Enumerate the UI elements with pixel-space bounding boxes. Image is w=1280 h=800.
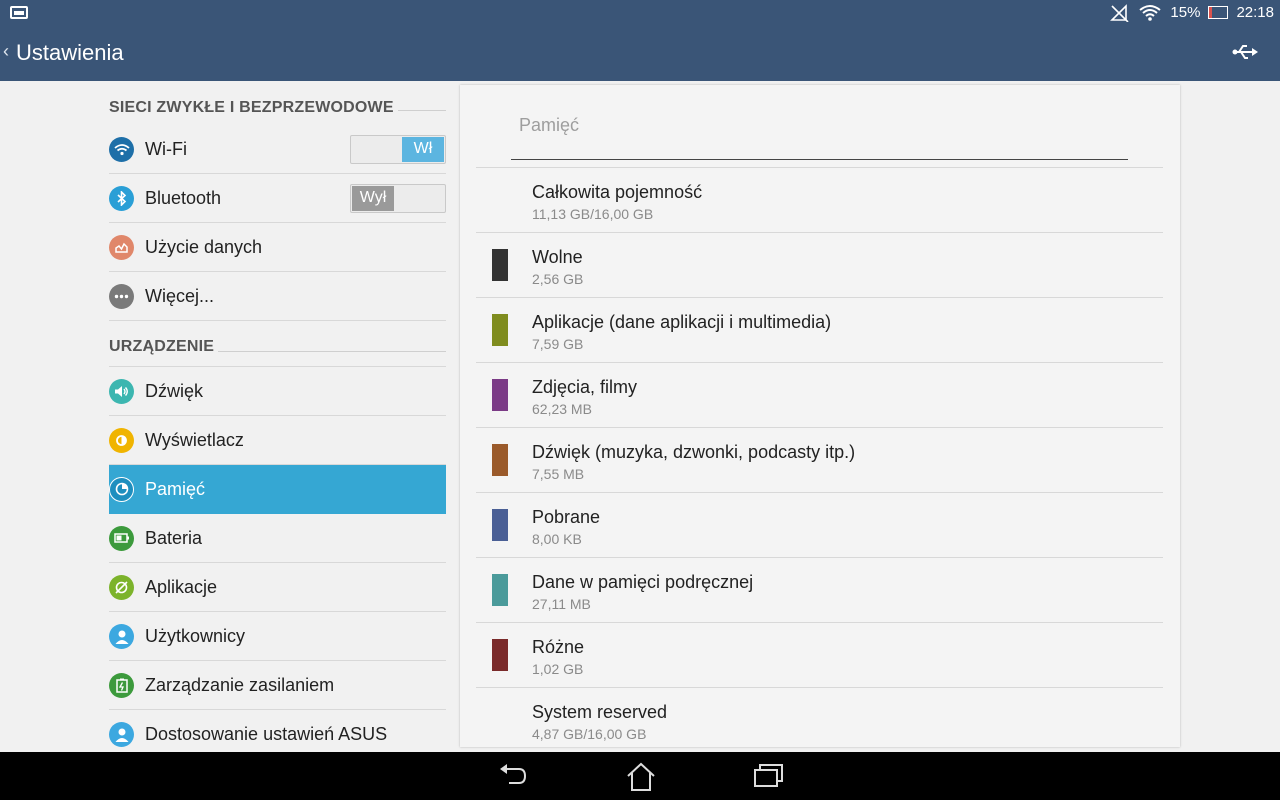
settings-item-label: Zarządzanie zasilaniem xyxy=(145,674,335,695)
asus-settings-icon xyxy=(109,722,134,747)
color-swatch xyxy=(492,314,508,346)
image-notification-icon xyxy=(10,6,28,19)
storage-row-value: 11,13 GB/16,00 GB xyxy=(532,206,654,222)
settings-item-label: Wyświetlacz xyxy=(145,429,244,450)
color-swatch xyxy=(492,444,508,476)
settings-item-apps[interactable]: Aplikacje xyxy=(109,563,446,612)
status-icons: 15% 22:18 xyxy=(1110,0,1274,25)
settings-item-label: Bluetooth xyxy=(145,187,222,208)
settings-item-sound[interactable]: Dźwięk xyxy=(109,367,446,416)
color-swatch xyxy=(492,249,508,281)
settings-item-power-management[interactable]: Zarządzanie zasilaniem xyxy=(109,661,446,710)
storage-row-name: Różne xyxy=(532,637,585,657)
settings-item-label: Więcej... xyxy=(145,285,215,306)
storage-row-value: 4,87 GB/16,00 GB xyxy=(532,726,647,742)
power-management-icon xyxy=(109,672,134,698)
usb-icon xyxy=(1232,45,1258,59)
data-usage-icon xyxy=(109,234,134,260)
color-swatch xyxy=(492,509,508,541)
settings-item-label: Wi-Fi xyxy=(145,138,187,159)
color-swatch xyxy=(492,639,508,671)
settings-item-label: Użytkownicy xyxy=(145,625,246,646)
storage-row-name: System reserved xyxy=(532,702,668,722)
bluetooth-icon xyxy=(109,185,134,211)
settings-item-label: Aplikacje xyxy=(145,576,218,597)
wifi-signal-icon xyxy=(1139,4,1162,21)
storage-row-value: 8,00 KB xyxy=(532,531,582,547)
section-header-networks: SIECI ZWYKŁE I BEZPRZEWODOWE xyxy=(109,81,446,125)
wifi-toggle-label: Wł xyxy=(402,136,444,162)
settings-item-label: Pamięć xyxy=(145,478,206,499)
settings-item-label: Dostosowanie ustawień ASUS xyxy=(145,724,388,744)
storage-icon xyxy=(109,476,134,502)
storage-row[interactable]: Dźwięk (muzyka, dzwonki, podcasty itp.) 7… xyxy=(476,428,1163,493)
storage-row-name: Aplikacje (dane aplikacji i multimedia) xyxy=(532,312,832,332)
settings-item-label: Użycie danych xyxy=(145,236,263,257)
up-navigation-icon[interactable]: ‹ xyxy=(3,41,9,62)
bluetooth-toggle[interactable]: Wył xyxy=(350,183,446,213)
storage-row[interactable]: System reserved 4,87 GB/16,00 GB xyxy=(476,688,1163,753)
storage-row-name: Całkowita pojemność xyxy=(532,182,703,202)
home-icon[interactable] xyxy=(625,762,657,792)
wifi-icon xyxy=(109,136,134,162)
storage-row-name: Zdjęcia, filmy xyxy=(532,377,638,397)
panel-title: Pamięć xyxy=(519,115,580,135)
recents-icon[interactable] xyxy=(753,762,785,790)
storage-row-value: 27,11 MB xyxy=(532,596,591,612)
display-icon xyxy=(109,427,134,453)
wifi-toggle[interactable]: Wł xyxy=(350,134,446,164)
apps-icon xyxy=(109,574,134,600)
storage-row[interactable]: Całkowita pojemność 11,13 GB/16,00 GB xyxy=(476,168,1163,233)
storage-row[interactable]: Aplikacje (dane aplikacji i multimedia) 7… xyxy=(476,298,1163,363)
app-title[interactable]: Ustawienia xyxy=(16,40,124,66)
bluetooth-toggle-label: Wył xyxy=(352,185,394,211)
title-underline xyxy=(511,159,1128,160)
storage-row-value: 7,59 GB xyxy=(532,336,584,352)
storage-row-value: 1,02 GB xyxy=(532,661,584,677)
battery-percent: 15% xyxy=(1170,4,1201,21)
storage-row[interactable]: Zdjęcia, filmy 62,23 MB xyxy=(476,363,1163,428)
navigation-bar xyxy=(0,752,1280,800)
sound-icon xyxy=(109,378,134,404)
section-header-device: URZĄDZENIE xyxy=(109,321,446,367)
settings-item-storage[interactable]: Pamięć xyxy=(109,465,446,514)
battery-icon xyxy=(109,525,134,551)
storage-row[interactable]: Pobrane 8,00 KB xyxy=(476,493,1163,558)
more-icon xyxy=(109,283,134,309)
storage-row-value: 62,23 MB xyxy=(532,401,592,417)
back-icon[interactable] xyxy=(498,762,528,790)
storage-row-name: Wolne xyxy=(532,247,583,267)
settings-item-bluetooth[interactable]: Bluetooth Wył xyxy=(109,174,446,223)
storage-row[interactable]: Wolne 2,56 GB xyxy=(476,233,1163,298)
storage-row-name: Dźwięk (muzyka, dzwonki, podcasty itp.) xyxy=(532,442,856,462)
no-signal-icon xyxy=(1110,3,1129,22)
status-bar: 15% 22:18 xyxy=(0,0,1280,25)
settings-item-label: Dźwięk xyxy=(145,380,204,401)
storage-row-value: 7,55 MB xyxy=(532,466,585,482)
color-swatch xyxy=(492,379,508,411)
settings-item-asus-settings[interactable]: Dostosowanie ustawień ASUS xyxy=(109,710,446,752)
users-icon xyxy=(109,623,134,649)
settings-item-more[interactable]: Więcej... xyxy=(109,272,446,321)
settings-item-data-usage[interactable]: Użycie danych xyxy=(109,223,446,272)
settings-item-battery[interactable]: Bateria xyxy=(109,514,446,563)
app-bar: ‹ Ustawienia xyxy=(0,25,1280,81)
storage-row-name: Pobrane xyxy=(532,507,601,527)
storage-row-name: Dane w pamięci podręcznej xyxy=(532,572,754,592)
settings-list: SIECI ZWYKŁE I BEZPRZEWODOWE Wi-Fi Wł Bl… xyxy=(109,81,446,752)
settings-item-display[interactable]: Wyświetlacz xyxy=(109,416,446,465)
storage-row[interactable]: Różne 1,02 GB xyxy=(476,623,1163,688)
storage-list: Całkowita pojemność 11,13 GB/16,00 GB Woln… xyxy=(476,168,1163,753)
battery-icon xyxy=(1208,6,1229,19)
storage-row-value: 2,56 GB xyxy=(532,271,584,287)
settings-item-wifi[interactable]: Wi-Fi Wł xyxy=(109,125,446,174)
color-swatch xyxy=(492,574,508,606)
settings-item-label: Bateria xyxy=(145,527,203,548)
storage-panel: Pamięć Całkowita pojemność 11,13 GB/16,00… xyxy=(460,85,1180,747)
storage-row[interactable]: Dane w pamięci podręcznej 27,11 MB xyxy=(476,558,1163,623)
clock: 22:18 xyxy=(1236,4,1274,21)
settings-item-users[interactable]: Użytkownicy xyxy=(109,612,446,661)
